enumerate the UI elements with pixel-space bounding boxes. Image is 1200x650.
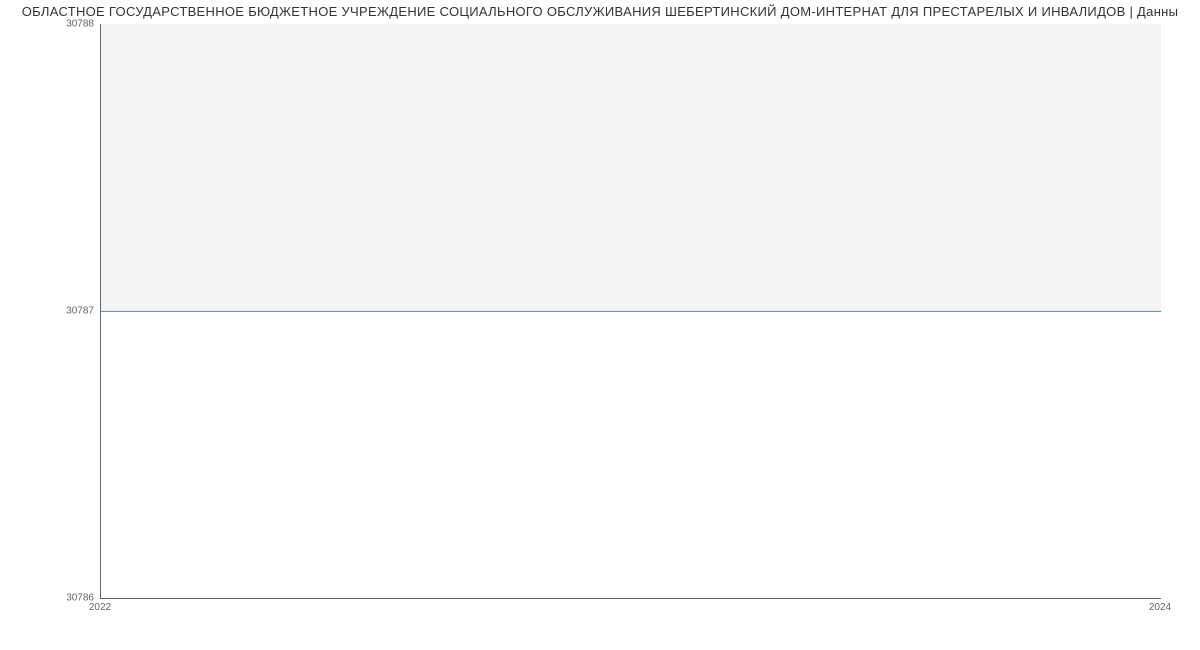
plot-area [100, 24, 1161, 599]
y-tick-label: 30788 [66, 19, 94, 30]
series-line [101, 311, 1161, 312]
x-tick-label: 2022 [89, 602, 111, 613]
grid-band [101, 24, 1161, 311]
x-tick-label: 2024 [1149, 602, 1171, 613]
y-tick-label: 30787 [66, 306, 94, 317]
chart-title: ОБЛАСТНОЕ ГОСУДАРСТВЕННОЕ БЮДЖЕТНОЕ УЧРЕ… [0, 4, 1200, 19]
